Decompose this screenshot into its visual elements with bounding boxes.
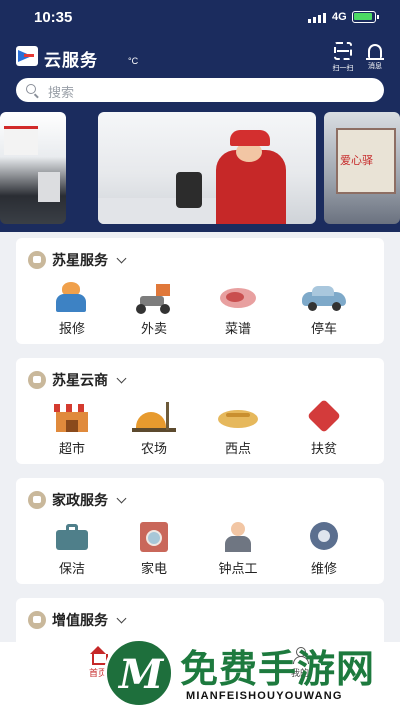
scan-label: 扫一扫 — [332, 65, 354, 72]
section-card-housekeeping: 家政服务 保洁 家电 钟点工 维修 — [16, 478, 384, 584]
item-cleaning[interactable]: 保洁 — [32, 522, 112, 578]
battery-icon — [352, 11, 379, 23]
message-label: 消息 — [368, 63, 382, 70]
network-type: 4G — [332, 11, 347, 23]
banner-image-prev[interactable] — [0, 112, 66, 224]
bell-icon — [366, 44, 384, 60]
delivery-scooter-icon — [132, 282, 176, 314]
item-recipe[interactable]: 菜谱 — [198, 282, 278, 338]
item-farm[interactable]: 农场 — [114, 402, 194, 458]
farm-icon — [132, 402, 176, 432]
search-icon — [26, 84, 36, 94]
bread-icon — [216, 402, 260, 432]
message-button[interactable]: 消息 — [358, 42, 392, 71]
item-supermarket[interactable]: 超市 — [32, 402, 112, 458]
section-header[interactable]: 苏星云商 — [28, 370, 127, 390]
section-card-commerce: 苏星云商 超市 农场 西点 扶贫 — [16, 358, 384, 464]
recipe-meat-icon — [216, 282, 260, 312]
item-parking[interactable]: 停车 — [284, 282, 364, 338]
signal-icon — [308, 13, 326, 23]
section-title: 苏星服务 — [52, 252, 108, 268]
top-bar: 云服务 °C 扫一扫 消息 — [0, 40, 400, 74]
scan-icon — [334, 42, 352, 60]
search-input[interactable]: 搜索 — [16, 78, 384, 102]
app-logo — [16, 46, 38, 66]
repair-worker-icon — [50, 282, 94, 312]
car-icon — [302, 282, 346, 312]
section-title: 苏星云商 — [52, 372, 108, 388]
washing-machine-icon — [132, 522, 176, 552]
person-icon — [28, 491, 46, 509]
banner-cap — [230, 130, 270, 146]
item-hourly-worker[interactable]: 钟点工 — [198, 522, 278, 578]
shop-icon — [28, 371, 46, 389]
item-repair[interactable]: 报修 — [32, 282, 112, 338]
section-card-service: 苏星服务 报修 外卖 菜谱 停车 — [16, 238, 384, 344]
item-maintenance[interactable]: 维修 — [284, 522, 364, 578]
chevron-down-icon[interactable] — [116, 493, 127, 503]
item-bakery[interactable]: 西点 — [198, 402, 278, 458]
item-poverty-relief[interactable]: 扶贫 — [284, 399, 364, 458]
heart-icon — [28, 251, 46, 269]
banner-appliance — [176, 172, 202, 208]
status-time: 10:35 — [34, 9, 73, 26]
status-bar: 10:35 4G — [0, 0, 400, 36]
watermark-overlay: 免费手游网 MIANFEISHOUYOUWANG — [0, 618, 400, 710]
section-header[interactable]: 家政服务 — [28, 490, 127, 510]
chevron-down-icon[interactable] — [116, 253, 127, 263]
watermark-logo — [104, 638, 174, 708]
heart-hands-icon — [302, 399, 346, 433]
app-title: 云服务 — [44, 51, 98, 70]
item-appliance[interactable]: 家电 — [114, 522, 194, 578]
search-placeholder: 搜索 — [48, 85, 75, 100]
scan-button[interactable]: 扫一扫 — [326, 42, 360, 73]
temperature: °C — [128, 56, 139, 66]
banner-sign-text: 爱心驿 — [340, 154, 373, 167]
section-title: 家政服务 — [52, 492, 108, 508]
supermarket-icon — [50, 402, 94, 432]
banner-image-current[interactable] — [98, 112, 316, 224]
section-header[interactable]: 苏星服务 — [28, 250, 127, 270]
watermark-title: 免费手游网 — [180, 647, 376, 691]
item-delivery[interactable]: 外卖 — [114, 282, 194, 338]
banner-image-next[interactable]: 爱心驿 — [324, 112, 400, 224]
gear-icon — [302, 522, 346, 552]
watermark-subtitle: MIANFEISHOUYOUWANG — [186, 690, 343, 702]
chevron-down-icon[interactable] — [116, 373, 127, 383]
toolbox-icon — [50, 522, 94, 552]
worker-icon — [216, 522, 260, 552]
